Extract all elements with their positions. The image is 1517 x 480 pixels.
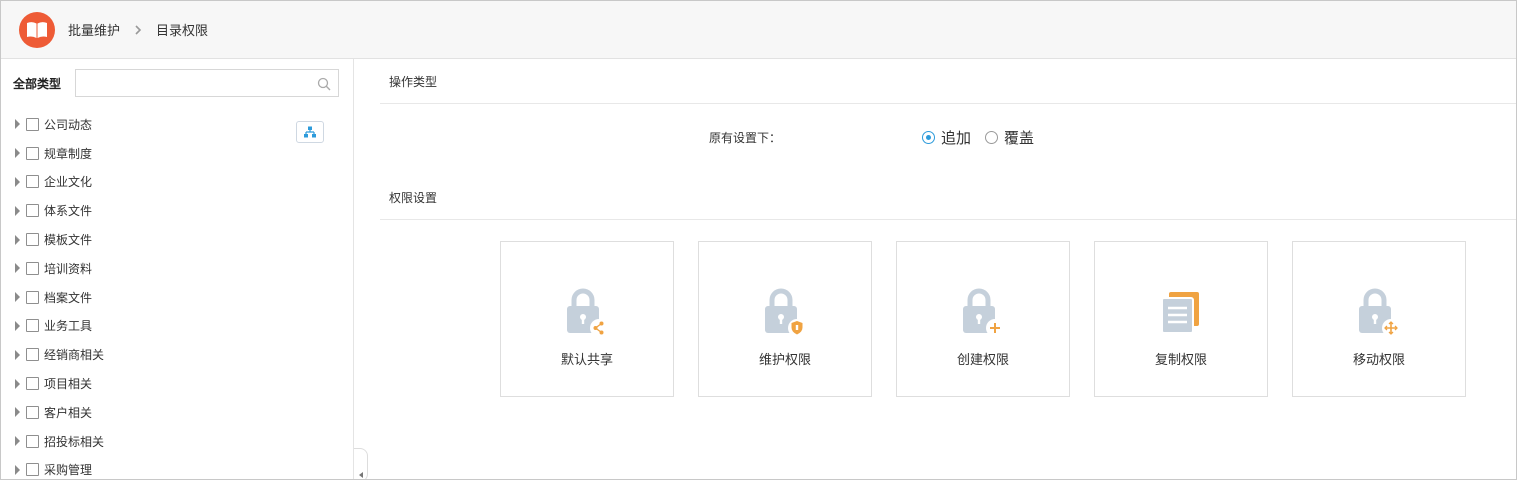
lock-share-icon [563, 287, 611, 337]
tree-item[interactable]: 客户相关 [15, 398, 104, 427]
tree-checkbox[interactable] [26, 233, 39, 247]
collapse-left-icon [358, 472, 363, 478]
search-icon[interactable] [317, 76, 331, 95]
tree-item-label: 经销商相关 [44, 348, 105, 363]
tree-checkbox[interactable] [26, 434, 39, 448]
tree-checkbox[interactable] [26, 319, 39, 333]
lock-plus-icon [959, 287, 1007, 337]
operation-label: 原有设置下： [709, 131, 782, 145]
tree-item-label: 业务工具 [44, 319, 93, 334]
tree-item-label: 规章制度 [44, 146, 93, 161]
tree-checkbox[interactable] [26, 146, 39, 160]
tree-item[interactable]: 档案文件 [15, 283, 104, 312]
expand-arrow-icon[interactable] [15, 378, 20, 389]
expand-arrow-icon[interactable] [15, 349, 20, 360]
card-label: 复制权限 [1154, 353, 1207, 368]
tree-item[interactable]: 模板文件 [15, 225, 104, 254]
category-sidebar: 全部类型 公司动态 规章制度 企业文化 体系文件 模板文件 培训资料 档案文件 … [1, 59, 354, 479]
expand-arrow-icon[interactable] [15, 436, 20, 447]
expand-arrow-icon[interactable] [15, 292, 20, 303]
tree-checkbox[interactable] [26, 463, 39, 477]
tree-item[interactable]: 规章制度 [15, 139, 104, 168]
org-tree-button[interactable] [296, 121, 324, 143]
expand-arrow-icon[interactable] [15, 320, 20, 331]
tree-item-label: 培训资料 [44, 261, 93, 276]
tree-item[interactable]: 招投标相关 [15, 427, 104, 456]
tree-item-label: 企业文化 [44, 175, 93, 190]
radio-append-label: 追加 [941, 129, 972, 147]
tree-item[interactable]: 体系文件 [15, 196, 104, 225]
operation-section-title: 操作类型 [389, 74, 438, 89]
card-label: 移动权限 [1352, 353, 1405, 368]
tree-item-label: 模板文件 [44, 233, 93, 248]
main-panel: 操作类型 原有设置下： 追加 覆盖 权限设置 默认共享 维护权限 创建权限 复制… [380, 59, 1516, 479]
card-label: 创建权限 [956, 353, 1009, 368]
tree-checkbox[interactable] [26, 405, 39, 419]
card-label: 默认共享 [560, 353, 613, 368]
radio-append-indicator[interactable] [922, 131, 935, 144]
permission-section-header: 权限设置 [380, 176, 1516, 220]
tree-checkbox[interactable] [26, 175, 39, 189]
card-default-share[interactable]: 默认共享 [500, 241, 674, 397]
sidebar-header: 全部类型 [13, 69, 339, 97]
card-maintain-permission[interactable]: 维护权限 [698, 241, 872, 397]
tree-checkbox[interactable] [26, 261, 39, 275]
tree-item-label: 体系文件 [44, 204, 93, 219]
tree-checkbox[interactable] [26, 348, 39, 362]
chevron-right-icon [134, 24, 142, 35]
card-move-permission[interactable]: 移动权限 [1292, 241, 1466, 397]
sidebar-title: 全部类型 [13, 76, 62, 91]
expand-arrow-icon[interactable] [15, 119, 20, 130]
book-logo-icon[interactable] [19, 11, 55, 48]
app-window: 批量维护 目录权限 全部类型 公司动态 规章制度 企业文化 体系文件 模板文件 … [0, 0, 1517, 480]
category-tree: 公司动态 规章制度 企业文化 体系文件 模板文件 培训资料 档案文件 业务工具 … [15, 110, 104, 479]
search-box [75, 69, 339, 97]
lock-shield-icon [761, 287, 809, 337]
lock-move-icon [1355, 287, 1403, 337]
copy-document-icon [1157, 287, 1205, 337]
search-input[interactable] [76, 70, 338, 96]
tree-item-label: 项目相关 [44, 377, 93, 392]
permission-cards: 默认共享 维护权限 创建权限 复制权限 移动权限 [500, 241, 1466, 397]
operation-section-header: 操作类型 [380, 59, 1516, 104]
tree-item[interactable]: 公司动态 [15, 110, 104, 139]
tree-item-label: 公司动态 [44, 117, 93, 132]
tree-checkbox[interactable] [26, 117, 39, 131]
expand-arrow-icon[interactable] [15, 263, 20, 274]
expand-arrow-icon[interactable] [15, 148, 20, 159]
card-copy-permission[interactable]: 复制权限 [1094, 241, 1268, 397]
sidebar-collapse-handle[interactable] [354, 448, 368, 479]
card-label: 维护权限 [758, 353, 811, 368]
tree-item[interactable]: 经销商相关 [15, 340, 104, 369]
tree-item-label: 招投标相关 [44, 434, 105, 449]
tree-item-label: 采购管理 [44, 463, 93, 478]
expand-arrow-icon[interactable] [15, 464, 20, 475]
breadcrumb-item-current: 目录权限 [156, 24, 209, 39]
tree-item[interactable]: 培训资料 [15, 254, 104, 283]
tree-item[interactable]: 项目相关 [15, 369, 104, 398]
tree-item[interactable]: 企业文化 [15, 168, 104, 197]
operation-radio-group: 追加 覆盖 [922, 127, 1034, 148]
tree-item-label: 档案文件 [44, 290, 93, 305]
tree-item[interactable]: 采购管理 [15, 456, 104, 479]
radio-append[interactable]: 追加 [922, 127, 971, 148]
expand-arrow-icon[interactable] [15, 176, 20, 187]
card-create-permission[interactable]: 创建权限 [896, 241, 1070, 397]
tree-item[interactable]: 业务工具 [15, 312, 104, 341]
tree-checkbox[interactable] [26, 204, 39, 218]
expand-arrow-icon[interactable] [15, 234, 20, 245]
radio-overwrite-label: 覆盖 [1004, 129, 1035, 147]
tree-item-label: 客户相关 [44, 405, 93, 420]
radio-overwrite-indicator[interactable] [985, 131, 999, 144]
top-bar: 批量维护 目录权限 [1, 1, 1516, 59]
permission-section-title: 权限设置 [389, 191, 438, 205]
tree-checkbox[interactable] [26, 290, 39, 304]
breadcrumb-item-batch[interactable]: 批量维护 [68, 20, 120, 39]
expand-arrow-icon[interactable] [15, 205, 20, 216]
hierarchy-icon [304, 123, 316, 142]
expand-arrow-icon[interactable] [15, 407, 20, 418]
tree-checkbox[interactable] [26, 377, 39, 391]
radio-overwrite[interactable]: 覆盖 [985, 127, 1034, 148]
